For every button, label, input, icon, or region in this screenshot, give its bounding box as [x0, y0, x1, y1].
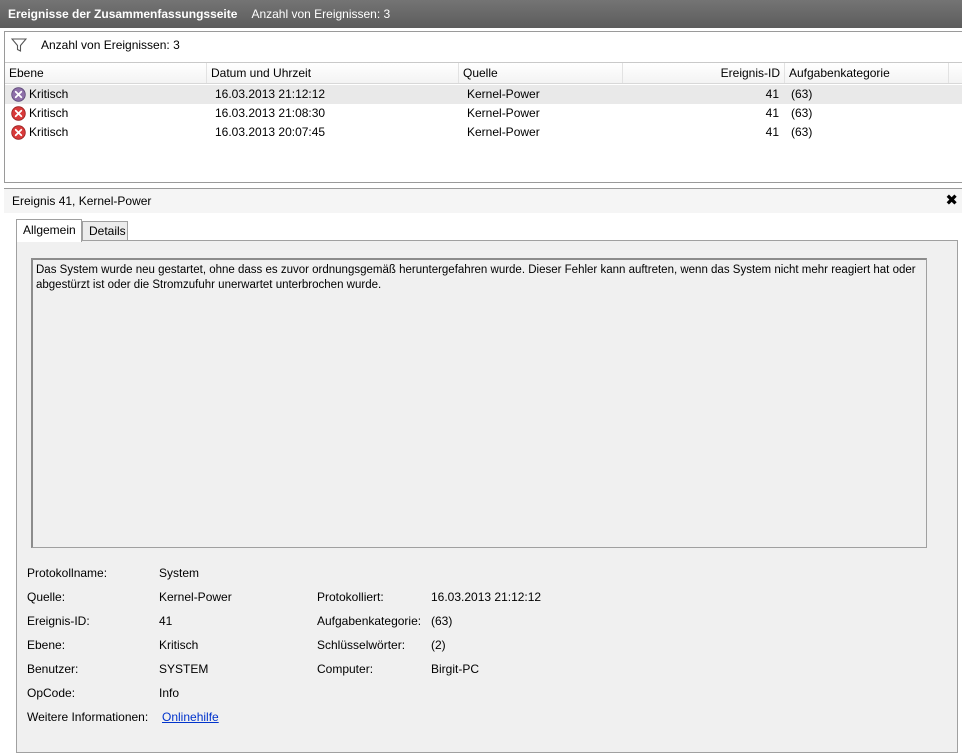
column-header-event-id[interactable]: Ereignis-ID	[623, 63, 785, 83]
cell-event-id: 41	[765, 106, 779, 120]
cell-datetime: 16.03.2013 20:07:45	[215, 125, 326, 139]
more-info-label: Weitere Informationen:	[27, 710, 149, 724]
general-tab-panel: Das System wurde neu gestartet, ohne das…	[16, 240, 958, 753]
cell-source: Kernel-Power	[467, 106, 540, 120]
keywords-value: (2)	[431, 638, 446, 652]
summary-title: Ereignisse der Zusammenfassungsseite	[8, 7, 238, 21]
column-header-datetime[interactable]: Datum und Uhrzeit	[207, 63, 459, 83]
task-category-value: (63)	[431, 614, 453, 628]
summary-count: Anzahl von Ereignissen: 3	[251, 7, 391, 21]
cell-datetime: 16.03.2013 21:08:30	[215, 106, 326, 120]
log-name-value: System	[159, 566, 200, 580]
user-label: Benutzer:	[27, 662, 79, 676]
cell-category: (63)	[791, 87, 813, 101]
cell-event-id: 41	[765, 125, 779, 139]
close-icon[interactable]: ✖	[945, 191, 958, 209]
source-label: Quelle:	[27, 590, 66, 604]
filter-icon	[11, 38, 27, 52]
source-value: Kernel-Power	[159, 590, 232, 604]
error-icon	[11, 87, 26, 102]
opcode-label: OpCode:	[27, 686, 76, 700]
table-row[interactable]: Kritisch 16.03.2013 21:08:30 Kernel-Powe…	[5, 104, 962, 123]
table-row[interactable]: Kritisch 16.03.2013 20:07:45 Kernel-Powe…	[5, 123, 962, 142]
event-description[interactable]: Das System wurde neu gestartet, ohne das…	[31, 258, 927, 548]
tab-allgemein[interactable]: Allgemein	[16, 219, 82, 242]
column-header-level[interactable]: Ebene	[5, 63, 207, 83]
event-id-label: Ereignis-ID:	[27, 614, 90, 628]
cell-event-id: 41	[765, 87, 779, 101]
logged-label: Protokolliert:	[317, 590, 384, 604]
keywords-label: Schlüsselwörter:	[317, 638, 406, 652]
event-detail-title: Ereignis 41, Kernel-Power	[12, 194, 152, 208]
cell-level: Kritisch	[29, 125, 69, 139]
task-category-label: Aufgabenkategorie:	[317, 614, 422, 628]
table-row[interactable]: Kritisch 16.03.2013 21:12:12 Kernel-Powe…	[5, 85, 962, 104]
user-value: SYSTEM	[159, 662, 209, 676]
cell-level: Kritisch	[29, 87, 69, 101]
online-help-link[interactable]: Onlinehilfe	[162, 710, 219, 724]
computer-label: Computer:	[317, 662, 374, 676]
level-value: Kritisch	[159, 638, 199, 652]
cell-source: Kernel-Power	[467, 125, 540, 139]
filter-count: Anzahl von Ereignissen: 3	[41, 38, 180, 52]
column-header-source[interactable]: Quelle	[459, 63, 623, 83]
filter-bar: Anzahl von Ereignissen: 3	[5, 32, 962, 60]
cell-level: Kritisch	[29, 106, 69, 120]
summary-titlebar: Ereignisse der Zusammenfassungsseite Anz…	[0, 0, 962, 28]
error-icon	[11, 106, 26, 121]
log-name-label: Protokollname:	[27, 566, 108, 580]
logged-value: 16.03.2013 21:12:12	[431, 590, 542, 604]
cell-datetime: 16.03.2013 21:12:12	[215, 87, 326, 101]
cell-category: (63)	[791, 106, 813, 120]
computer-value: Birgit-PC	[431, 662, 480, 676]
error-icon	[11, 125, 26, 140]
cell-category: (63)	[791, 125, 813, 139]
tab-details[interactable]: Details	[82, 221, 128, 241]
level-label: Ebene:	[27, 638, 66, 652]
event-detail-header: Ereignis 41, Kernel-Power ✖	[4, 188, 962, 213]
opcode-value: Info	[159, 686, 180, 700]
event-id-value: 41	[159, 614, 173, 628]
event-list-panel: Anzahl von Ereignissen: 3 Ebene Datum un…	[4, 31, 962, 183]
column-header-task-category[interactable]: Aufgabenkategorie	[785, 63, 949, 83]
table-header: Ebene Datum und Uhrzeit Quelle Ereignis-…	[5, 62, 962, 84]
cell-source: Kernel-Power	[467, 87, 540, 101]
